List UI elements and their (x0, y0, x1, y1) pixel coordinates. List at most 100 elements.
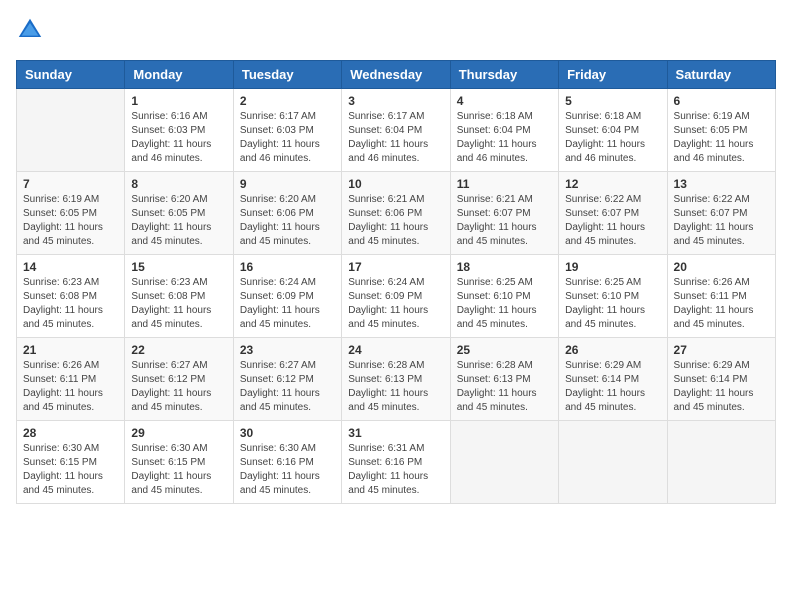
calendar-table: SundayMondayTuesdayWednesdayThursdayFrid… (16, 60, 776, 504)
calendar-header-cell: Wednesday (342, 61, 450, 89)
day-info: Sunrise: 6:19 AM Sunset: 6:05 PM Dayligh… (674, 110, 769, 166)
day-info: Sunrise: 6:22 AM Sunset: 6:07 PM Dayligh… (674, 193, 769, 249)
day-info: Sunrise: 6:27 AM Sunset: 6:12 PM Dayligh… (131, 359, 226, 415)
day-number: 10 (348, 177, 443, 191)
calendar-cell: 13 Sunrise: 6:22 AM Sunset: 6:07 PM Dayli… (667, 172, 775, 255)
calendar-cell: 28 Sunrise: 6:30 AM Sunset: 6:15 PM Dayli… (17, 421, 125, 504)
day-info: Sunrise: 6:26 AM Sunset: 6:11 PM Dayligh… (674, 276, 769, 332)
calendar-cell (17, 89, 125, 172)
day-info: Sunrise: 6:23 AM Sunset: 6:08 PM Dayligh… (23, 276, 118, 332)
day-number: 13 (674, 177, 769, 191)
day-number: 1 (131, 94, 226, 108)
calendar-cell: 3 Sunrise: 6:17 AM Sunset: 6:04 PM Daylig… (342, 89, 450, 172)
calendar-header-cell: Tuesday (233, 61, 341, 89)
day-number: 11 (457, 177, 552, 191)
calendar-cell: 24 Sunrise: 6:28 AM Sunset: 6:13 PM Dayli… (342, 338, 450, 421)
day-number: 20 (674, 260, 769, 274)
day-info: Sunrise: 6:18 AM Sunset: 6:04 PM Dayligh… (457, 110, 552, 166)
day-info: Sunrise: 6:27 AM Sunset: 6:12 PM Dayligh… (240, 359, 335, 415)
calendar-cell: 7 Sunrise: 6:19 AM Sunset: 6:05 PM Daylig… (17, 172, 125, 255)
day-info: Sunrise: 6:29 AM Sunset: 6:14 PM Dayligh… (565, 359, 660, 415)
calendar-header-cell: Monday (125, 61, 233, 89)
calendar-cell: 17 Sunrise: 6:24 AM Sunset: 6:09 PM Dayli… (342, 255, 450, 338)
calendar-cell: 6 Sunrise: 6:19 AM Sunset: 6:05 PM Daylig… (667, 89, 775, 172)
day-number: 4 (457, 94, 552, 108)
calendar-cell: 30Sunrise: 6:30 AM Sunset: 6:16 PM Dayli… (233, 421, 341, 504)
day-number: 22 (131, 343, 226, 357)
day-info: Sunrise: 6:17 AM Sunset: 6:04 PM Dayligh… (348, 110, 443, 166)
day-number: 19 (565, 260, 660, 274)
calendar-cell: 23Sunrise: 6:27 AM Sunset: 6:12 PM Dayli… (233, 338, 341, 421)
calendar-cell: 2 Sunrise: 6:17 AM Sunset: 6:03 PM Daylig… (233, 89, 341, 172)
calendar-header-cell: Sunday (17, 61, 125, 89)
day-number: 26 (565, 343, 660, 357)
day-info: Sunrise: 6:19 AM Sunset: 6:05 PM Dayligh… (23, 193, 118, 249)
logo-icon (16, 16, 44, 44)
day-number: 14 (23, 260, 118, 274)
day-number: 25 (457, 343, 552, 357)
day-info: Sunrise: 6:24 AM Sunset: 6:09 PM Dayligh… (348, 276, 443, 332)
day-info: Sunrise: 6:20 AM Sunset: 6:05 PM Dayligh… (131, 193, 226, 249)
calendar-cell: 16 Sunrise: 6:24 AM Sunset: 6:09 PM Dayli… (233, 255, 341, 338)
day-number: 16 (240, 260, 335, 274)
calendar-cell: 21Sunrise: 6:26 AM Sunset: 6:11 PM Dayli… (17, 338, 125, 421)
day-info: Sunrise: 6:16 AM Sunset: 6:03 PM Dayligh… (131, 110, 226, 166)
calendar-week-row: 14 Sunrise: 6:23 AM Sunset: 6:08 PM Dayli… (17, 255, 776, 338)
calendar-cell: 31Sunrise: 6:31 AM Sunset: 6:16 PM Dayli… (342, 421, 450, 504)
day-info: Sunrise: 6:26 AM Sunset: 6:11 PM Dayligh… (23, 359, 118, 415)
day-number: 8 (131, 177, 226, 191)
calendar-header-cell: Friday (559, 61, 667, 89)
calendar-cell: 12 Sunrise: 6:22 AM Sunset: 6:07 PM Dayli… (559, 172, 667, 255)
calendar-cell: 1 Sunrise: 6:16 AM Sunset: 6:03 PM Daylig… (125, 89, 233, 172)
calendar-week-row: 28 Sunrise: 6:30 AM Sunset: 6:15 PM Dayli… (17, 421, 776, 504)
day-number: 7 (23, 177, 118, 191)
calendar-cell: 29 Sunrise: 6:30 AM Sunset: 6:15 PM Dayli… (125, 421, 233, 504)
day-info: Sunrise: 6:30 AM Sunset: 6:15 PM Dayligh… (23, 442, 118, 498)
calendar-cell (667, 421, 775, 504)
page-header (16, 16, 776, 44)
day-info: Sunrise: 6:23 AM Sunset: 6:08 PM Dayligh… (131, 276, 226, 332)
calendar-header-cell: Saturday (667, 61, 775, 89)
day-info: Sunrise: 6:18 AM Sunset: 6:04 PM Dayligh… (565, 110, 660, 166)
calendar-cell: 22 Sunrise: 6:27 AM Sunset: 6:12 PM Dayli… (125, 338, 233, 421)
day-number: 31 (348, 426, 443, 440)
calendar-cell: 11 Sunrise: 6:21 AM Sunset: 6:07 PM Dayli… (450, 172, 558, 255)
calendar-cell: 27 Sunrise: 6:29 AM Sunset: 6:14 PM Dayli… (667, 338, 775, 421)
calendar-cell: 25 Sunrise: 6:28 AM Sunset: 6:13 PM Dayli… (450, 338, 558, 421)
day-number: 2 (240, 94, 335, 108)
day-info: Sunrise: 6:17 AM Sunset: 6:03 PM Dayligh… (240, 110, 335, 166)
calendar-week-row: 7 Sunrise: 6:19 AM Sunset: 6:05 PM Daylig… (17, 172, 776, 255)
calendar-cell: 10 Sunrise: 6:21 AM Sunset: 6:06 PM Dayli… (342, 172, 450, 255)
calendar-cell: 14 Sunrise: 6:23 AM Sunset: 6:08 PM Dayli… (17, 255, 125, 338)
day-info: Sunrise: 6:21 AM Sunset: 6:07 PM Dayligh… (457, 193, 552, 249)
calendar-cell: 5Sunrise: 6:18 AM Sunset: 6:04 PM Daylig… (559, 89, 667, 172)
calendar-header-cell: Thursday (450, 61, 558, 89)
calendar-cell: 8 Sunrise: 6:20 AM Sunset: 6:05 PM Daylig… (125, 172, 233, 255)
day-info: Sunrise: 6:22 AM Sunset: 6:07 PM Dayligh… (565, 193, 660, 249)
day-number: 29 (131, 426, 226, 440)
day-info: Sunrise: 6:20 AM Sunset: 6:06 PM Dayligh… (240, 193, 335, 249)
calendar-header-row: SundayMondayTuesdayWednesdayThursdayFrid… (17, 61, 776, 89)
calendar-cell: 15 Sunrise: 6:23 AM Sunset: 6:08 PM Dayli… (125, 255, 233, 338)
calendar-week-row: 21Sunrise: 6:26 AM Sunset: 6:11 PM Dayli… (17, 338, 776, 421)
day-number: 17 (348, 260, 443, 274)
day-number: 28 (23, 426, 118, 440)
logo (16, 16, 48, 44)
calendar-cell (450, 421, 558, 504)
day-number: 6 (674, 94, 769, 108)
day-info: Sunrise: 6:29 AM Sunset: 6:14 PM Dayligh… (674, 359, 769, 415)
day-number: 12 (565, 177, 660, 191)
day-info: Sunrise: 6:30 AM Sunset: 6:16 PM Dayligh… (240, 442, 335, 498)
day-number: 3 (348, 94, 443, 108)
day-number: 27 (674, 343, 769, 357)
day-info: Sunrise: 6:30 AM Sunset: 6:15 PM Dayligh… (131, 442, 226, 498)
day-info: Sunrise: 6:21 AM Sunset: 6:06 PM Dayligh… (348, 193, 443, 249)
day-number: 18 (457, 260, 552, 274)
day-number: 24 (348, 343, 443, 357)
day-info: Sunrise: 6:25 AM Sunset: 6:10 PM Dayligh… (565, 276, 660, 332)
calendar-cell: 4 Sunrise: 6:18 AM Sunset: 6:04 PM Daylig… (450, 89, 558, 172)
day-info: Sunrise: 6:24 AM Sunset: 6:09 PM Dayligh… (240, 276, 335, 332)
day-number: 15 (131, 260, 226, 274)
day-info: Sunrise: 6:28 AM Sunset: 6:13 PM Dayligh… (348, 359, 443, 415)
day-info: Sunrise: 6:28 AM Sunset: 6:13 PM Dayligh… (457, 359, 552, 415)
